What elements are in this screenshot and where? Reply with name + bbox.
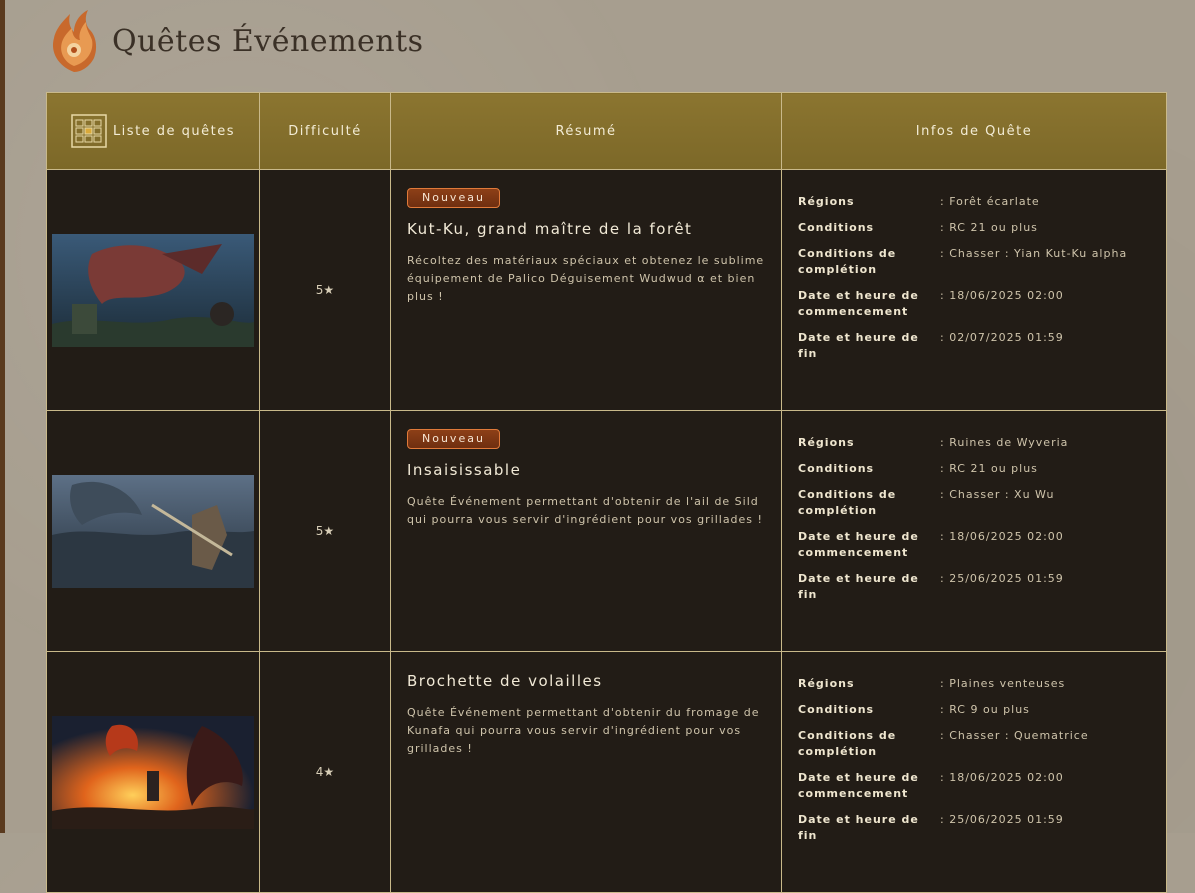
info-label-conditions: Conditions (798, 462, 875, 475)
info-label-regions: Régions (798, 677, 855, 690)
quest-difficulty: 4★ (259, 651, 391, 893)
info-row-end: Date et heure de fin : 25/06/2025 01:59 (798, 812, 1150, 844)
quest-thumbnail-image (52, 474, 254, 588)
page-header: Quêtes Événements (44, 4, 424, 78)
quest-description: Quête Événement permettant d'obtenir du … (407, 706, 760, 755)
new-badge: Nouveau (407, 188, 500, 208)
table-row: 5★ Nouveau Kut-Ku, grand maître de la fo… (46, 169, 1167, 411)
table-row: 5★ Nouveau Insaisissable Quête Événement… (46, 410, 1167, 652)
quest-description: Quête Événement permettant d'obtenir de … (407, 495, 763, 526)
info-value-start: : 18/06/2025 02:00 (940, 771, 1064, 784)
info-label-end: Date et heure de fin (798, 813, 919, 842)
phoenix-emblem-icon (52, 10, 97, 72)
info-value-conditions: : RC 9 ou plus (940, 703, 1030, 716)
header-quest-list-label: Liste de quêtes (112, 123, 236, 139)
info-row-conditions: Conditions : RC 21 ou plus (798, 220, 1150, 236)
quest-info-cell: Régions : Forêt écarlate Conditions : RC 2… (781, 169, 1167, 411)
quest-image-cell (46, 651, 260, 893)
info-value-end: : 02/07/2025 01:59 (940, 331, 1064, 344)
info-value-start: : 18/06/2025 02:00 (940, 289, 1064, 302)
info-value-end: : 25/06/2025 01:59 (940, 813, 1064, 826)
info-label-regions: Régions (798, 195, 855, 208)
info-value-regions: : Ruines de Wyveria (940, 436, 1069, 449)
info-row-end: Date et heure de fin : 02/07/2025 01:59 (798, 330, 1150, 362)
info-value-conditions: : RC 21 ou plus (940, 221, 1038, 234)
info-row-completion: Conditions de complétion : Chasser : Xu W… (798, 487, 1150, 519)
info-label-completion: Conditions de complétion (798, 488, 897, 517)
quest-name: Insaisissable (407, 461, 522, 479)
quest-description: Récoltez des matériaux spéciaux et obten… (407, 254, 765, 303)
new-badge: Nouveau (407, 429, 500, 449)
info-row-start: Date et heure de commencement : 18/06/202… (798, 770, 1150, 802)
info-label-completion: Conditions de complétion (798, 729, 897, 758)
header-difficulty: Difficulté (259, 92, 391, 170)
table-row: 4★ Brochette de volailles Quête Événemen… (46, 651, 1167, 893)
info-value-regions: : Plaines venteuses (940, 677, 1066, 690)
info-label-conditions: Conditions (798, 703, 875, 716)
quest-list-icon (71, 114, 107, 148)
quest-difficulty: 5★ (259, 169, 391, 411)
info-label-completion: Conditions de complétion (798, 247, 897, 276)
info-label-start: Date et heure de commencement (798, 771, 919, 800)
table-header-row: Liste de quêtes Difficulté Résumé Infos … (46, 92, 1167, 170)
header-quest-info: Infos de Quête (781, 92, 1167, 170)
info-row-completion: Conditions de complétion : Chasser : Quem… (798, 728, 1150, 760)
info-value-completion: : Chasser : Xu Wu (940, 488, 1055, 501)
page-title: Quêtes Événements (112, 23, 424, 59)
quest-info-cell: Régions : Ruines de Wyveria Conditions : R… (781, 410, 1167, 652)
info-row-conditions: Conditions : RC 9 ou plus (798, 702, 1150, 718)
info-value-completion: : Chasser : Yian Kut-Ku alpha (940, 247, 1128, 260)
info-label-end: Date et heure de fin (798, 331, 919, 360)
info-row-regions: Régions : Forêt écarlate (798, 194, 1150, 210)
info-label-start: Date et heure de commencement (798, 289, 919, 318)
page-left-border (0, 0, 5, 833)
info-value-start: : 18/06/2025 02:00 (940, 530, 1064, 543)
info-row-regions: Régions : Plaines venteuses (798, 676, 1150, 692)
quest-summary-cell: Brochette de volailles Quête Événement p… (390, 651, 782, 893)
quest-name: Brochette de volailles (407, 672, 603, 690)
quest-table: Liste de quêtes Difficulté Résumé Infos … (46, 92, 1167, 893)
quest-thumbnail-image (52, 233, 254, 347)
info-value-completion: : Chasser : Quematrice (940, 729, 1089, 742)
info-label-regions: Régions (798, 436, 855, 449)
quest-image-cell (46, 410, 260, 652)
info-value-regions: : Forêt écarlate (940, 195, 1040, 208)
info-label-start: Date et heure de commencement (798, 530, 919, 559)
quest-name: Kut-Ku, grand maître de la forêt (407, 220, 693, 238)
info-row-start: Date et heure de commencement : 18/06/202… (798, 288, 1150, 320)
info-label-conditions: Conditions (798, 221, 875, 234)
info-row-start: Date et heure de commencement : 18/06/202… (798, 529, 1150, 561)
quest-difficulty: 5★ (259, 410, 391, 652)
info-label-end: Date et heure de fin (798, 572, 919, 601)
info-row-regions: Régions : Ruines de Wyveria (798, 435, 1150, 451)
quest-image-cell (46, 169, 260, 411)
quest-info-cell: Régions : Plaines venteuses Conditions : R… (781, 651, 1167, 893)
info-row-end: Date et heure de fin : 25/06/2025 01:59 (798, 571, 1150, 603)
info-value-conditions: : RC 21 ou plus (940, 462, 1038, 475)
info-row-completion: Conditions de complétion : Chasser : Yian… (798, 246, 1150, 278)
info-value-end: : 25/06/2025 01:59 (940, 572, 1064, 585)
header-summary: Résumé (390, 92, 782, 170)
quest-summary-cell: Nouveau Insaisissable Quête Événement pe… (390, 410, 782, 652)
info-row-conditions: Conditions : RC 21 ou plus (798, 461, 1150, 477)
quest-summary-cell: Nouveau Kut-Ku, grand maître de la forêt… (390, 169, 782, 411)
quest-thumbnail-image (52, 715, 254, 829)
header-quest-list: Liste de quêtes (46, 92, 260, 170)
